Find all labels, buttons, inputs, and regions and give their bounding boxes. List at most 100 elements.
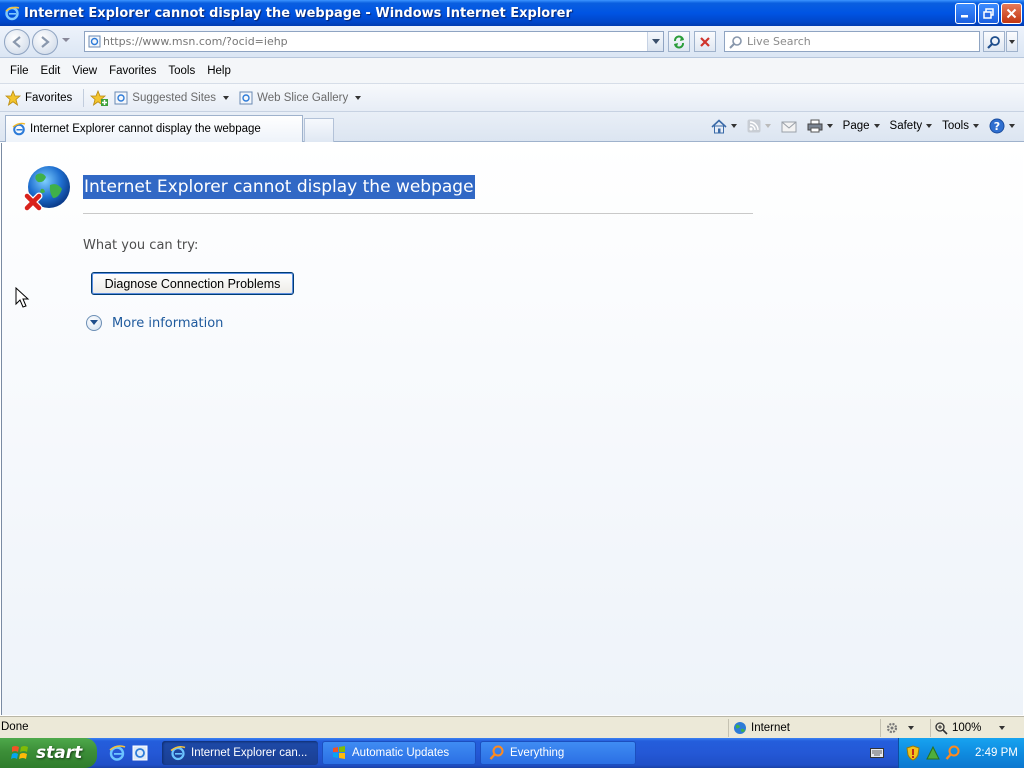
start-button[interactable]: start: [0, 738, 97, 768]
menu-tools[interactable]: Tools: [162, 63, 201, 79]
protected-mode-button[interactable]: [880, 719, 928, 737]
rss-feed-icon: [747, 119, 761, 133]
diagnose-connection-problems-button[interactable]: Diagnose Connection Problems: [91, 272, 294, 295]
suggested-sites-label: Suggested Sites: [132, 91, 217, 104]
keyboard-icon[interactable]: [870, 747, 884, 759]
windows-logo-icon: [11, 746, 28, 759]
task-automatic-updates[interactable]: Automatic Updates: [322, 741, 476, 765]
address-dropdown-button[interactable]: [647, 32, 663, 51]
task-label: Automatic Updates: [352, 747, 450, 759]
search-icon[interactable]: [945, 745, 961, 761]
forward-arrow-icon: [41, 36, 50, 48]
tab-row: Internet Explorer cannot display the web…: [0, 112, 1024, 142]
favorites-label: Favorites: [25, 91, 73, 104]
ie-icon: [4, 5, 20, 21]
close-button[interactable]: [1001, 3, 1022, 24]
search-icon: [489, 745, 504, 760]
task-label: Everything: [510, 747, 565, 759]
refresh-button[interactable]: [668, 31, 690, 52]
clock[interactable]: 2:49 PM: [975, 747, 1018, 759]
new-tab-button[interactable]: [304, 118, 334, 142]
quicklaunch-ie-button[interactable]: [108, 744, 126, 762]
heading-divider: [83, 213, 753, 214]
tools-menu-label: Tools: [942, 120, 969, 132]
globe-icon: [734, 722, 746, 734]
home-button[interactable]: [706, 117, 742, 136]
menu-favorites[interactable]: Favorites: [103, 63, 162, 79]
minimize-icon: [961, 15, 968, 18]
more-information-link[interactable]: More information: [86, 315, 223, 331]
search-options-button[interactable]: [1006, 31, 1018, 52]
svg-text:?: ?: [994, 120, 1000, 133]
mouse-cursor-icon: [15, 287, 30, 308]
safety-menu-label: Safety: [889, 120, 923, 132]
chevron-down-icon: [730, 124, 737, 128]
more-information-label: More information: [112, 315, 224, 331]
restore-icon: [983, 8, 994, 19]
url-input[interactable]: https://www.msn.com/?ocid=iehp: [103, 35, 647, 48]
minimize-button[interactable]: [955, 3, 976, 24]
tab-active[interactable]: Internet Explorer cannot display the web…: [5, 115, 303, 142]
recent-pages-dropdown[interactable]: [62, 38, 70, 42]
menu-view[interactable]: View: [66, 63, 103, 79]
chevron-down-icon: [999, 726, 1006, 730]
web-slice-gallery-label: Web Slice Gallery: [257, 91, 349, 104]
start-label: start: [36, 743, 83, 763]
security-zone[interactable]: Internet: [728, 719, 878, 737]
restore-button[interactable]: [978, 3, 999, 24]
chevron-down-icon: [764, 124, 771, 128]
system-tray: 2:49 PM: [898, 738, 1024, 768]
quicklaunch-show-desktop-button[interactable]: [131, 744, 149, 762]
zoom-control[interactable]: 100%: [930, 719, 1006, 737]
search-go-button[interactable]: [983, 31, 1005, 52]
chevron-down-icon: [355, 95, 362, 100]
menu-help[interactable]: Help: [201, 63, 237, 79]
chevron-down-icon: [223, 95, 230, 100]
page-menu-button[interactable]: Page: [838, 118, 885, 134]
zoom-level: 100%: [952, 722, 982, 734]
add-favorite-star-icon: [90, 89, 109, 106]
chevron-down-icon: [908, 726, 914, 730]
chevron-down-icon: [973, 124, 979, 128]
chevron-down-icon: [926, 124, 933, 128]
menu-file[interactable]: File: [4, 63, 35, 79]
status-bar: Done Internet 100%: [0, 716, 1024, 738]
search-input[interactable]: Live Search: [724, 31, 980, 52]
print-button[interactable]: [802, 117, 838, 135]
chevron-down-icon: [826, 124, 833, 128]
task-internet-explorer[interactable]: Internet Explorer can...: [162, 741, 318, 765]
favorites-button[interactable]: Favorites: [0, 89, 77, 106]
forward-button[interactable]: [32, 29, 58, 55]
suggested-sites-link[interactable]: Suggested Sites: [114, 91, 230, 105]
security-shield-icon[interactable]: [905, 745, 921, 761]
star-icon: [5, 89, 21, 106]
stop-button[interactable]: [694, 31, 716, 52]
feeds-button[interactable]: [742, 117, 776, 135]
add-to-favorites-bar-button[interactable]: [90, 89, 109, 106]
command-bar: Page Safety Tools ?: [706, 116, 1020, 136]
tools-menu-button[interactable]: Tools: [937, 118, 984, 134]
read-mail-button[interactable]: [776, 118, 802, 135]
web-slice-gallery-link[interactable]: Web Slice Gallery: [239, 91, 362, 105]
back-button[interactable]: [4, 29, 30, 55]
address-bar[interactable]: https://www.msn.com/?ocid=iehp: [84, 31, 664, 52]
help-icon: ?: [989, 118, 1005, 134]
refresh-icon: [674, 35, 684, 48]
menu-edit[interactable]: Edit: [35, 63, 67, 79]
ie-icon: [12, 122, 26, 136]
home-icon: [711, 118, 727, 133]
title-bar: Internet Explorer cannot display the web…: [0, 0, 1024, 26]
task-label: Internet Explorer can...: [191, 747, 308, 759]
taskbar: start Internet Explorer can... Automatic…: [0, 738, 1024, 768]
page-content: Internet Explorer cannot display the web…: [1, 143, 1023, 715]
page-icon: [85, 35, 103, 48]
window-title: Internet Explorer cannot display the web…: [24, 5, 572, 21]
chevron-down-icon: [651, 38, 660, 44]
help-menu-button[interactable]: ?: [984, 116, 1020, 136]
task-everything[interactable]: Everything: [480, 741, 636, 765]
network-icon[interactable]: [925, 745, 941, 761]
mail-icon: [781, 121, 797, 132]
favorites-bar: Favorites Suggested Sites Web Slice Gall…: [0, 84, 1024, 112]
safety-menu-button[interactable]: Safety: [885, 118, 938, 134]
search-icon: [729, 35, 742, 49]
